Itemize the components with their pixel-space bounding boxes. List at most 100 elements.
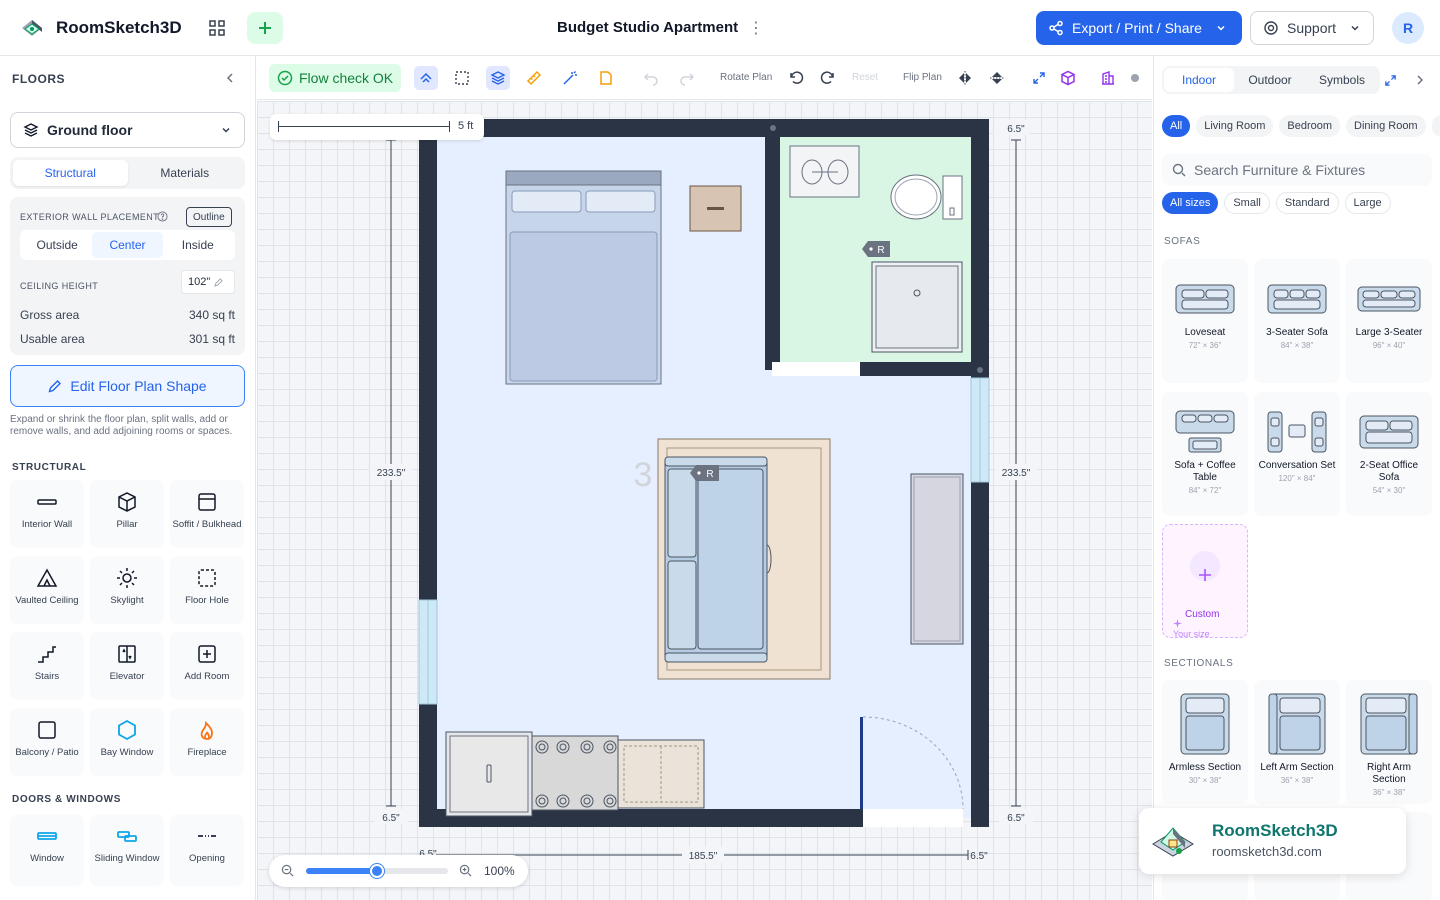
- chip-small[interactable]: Small: [1224, 192, 1270, 214]
- shower[interactable]: [871, 261, 963, 353]
- chip-dining-room[interactable]: Dining Room: [1346, 115, 1426, 137]
- wall-top[interactable]: [419, 119, 989, 137]
- tool-add-room[interactable]: Add Room: [170, 632, 244, 700]
- furniture-card-sofa-coffee-table[interactable]: Sofa + Coffee Table 84" × 72": [1162, 392, 1248, 516]
- stove[interactable]: [531, 735, 619, 811]
- bathroom-door-opening[interactable]: [772, 362, 860, 376]
- export-button[interactable]: Export / Print / Share: [1036, 11, 1242, 45]
- support-button[interactable]: Support: [1250, 11, 1374, 45]
- nightstand[interactable]: [689, 185, 742, 232]
- chip-all-sizes[interactable]: All sizes: [1162, 192, 1219, 214]
- furniture-card-loveseat[interactable]: Loveseat 72" × 36": [1162, 259, 1248, 383]
- bathroom-wall-bottom[interactable]: [860, 362, 978, 376]
- placement-center[interactable]: Center: [92, 232, 163, 258]
- flow-check-badge[interactable]: Flow check OK: [269, 64, 401, 92]
- flip-horizontal-button[interactable]: [953, 66, 977, 90]
- brand-badge[interactable]: RoomSketch3D roomsketch3d.com: [1139, 808, 1406, 874]
- bathroom-wall-left[interactable]: [765, 135, 780, 370]
- sofa[interactable]: [664, 456, 772, 663]
- collapse-panel-icon[interactable]: [224, 72, 236, 84]
- tab-symbols[interactable]: Symbols: [1306, 68, 1378, 92]
- room-tag-bath[interactable]: R: [862, 241, 890, 257]
- custom-size-card[interactable]: Custom Your size: [1162, 524, 1248, 639]
- kitchen-counter[interactable]: [617, 739, 705, 809]
- select-area-button[interactable]: [450, 66, 474, 90]
- reset-button[interactable]: Reset: [852, 72, 878, 83]
- wall-left[interactable]: [419, 119, 437, 827]
- undo-button[interactable]: [639, 66, 663, 90]
- dim-top-right[interactable]: 6.5": [1007, 124, 1025, 135]
- dim-right[interactable]: 233.5": [1002, 468, 1031, 479]
- furniture-tag-sofa[interactable]: R: [690, 465, 719, 481]
- tab-structural[interactable]: Structural: [13, 160, 128, 186]
- tool-pillar[interactable]: Pillar: [90, 480, 164, 548]
- chip-standard[interactable]: Standard: [1275, 192, 1339, 214]
- furniture-card-armless-section[interactable]: Armless Section 30" × 38": [1162, 680, 1248, 804]
- tool-soffit[interactable]: Soffit / Bulkhead: [170, 480, 244, 548]
- entry-door-opening[interactable]: [863, 809, 963, 827]
- dim-bottom-right[interactable]: 6.5": [1007, 813, 1025, 824]
- placement-outside[interactable]: Outside: [22, 232, 92, 258]
- refrigerator[interactable]: [445, 731, 533, 817]
- dim-bottom-end[interactable]: 6.5": [970, 851, 988, 862]
- flip-vertical-button[interactable]: [985, 66, 1009, 90]
- document-title[interactable]: Budget Studio Apartment: [557, 19, 738, 36]
- fit-view-button[interactable]: [1027, 66, 1051, 90]
- zoom-in-icon[interactable]: [459, 864, 472, 877]
- floor-select[interactable]: Ground floor: [10, 112, 245, 148]
- tool-opening[interactable]: Opening: [170, 814, 244, 886]
- user-avatar[interactable]: R: [1392, 12, 1424, 44]
- tool-interior-wall[interactable]: Interior Wall: [10, 480, 84, 548]
- bathroom-vanity[interactable]: [789, 145, 860, 198]
- chip-more[interactable]: [1431, 115, 1440, 137]
- tool-balcony[interactable]: Balcony / Patio: [10, 708, 84, 776]
- ceiling-height-input[interactable]: 102": [181, 270, 235, 294]
- console-table[interactable]: [910, 473, 964, 645]
- dashboard-button[interactable]: [199, 12, 235, 44]
- wall-node[interactable]: [770, 125, 776, 131]
- redo-button[interactable]: [675, 66, 699, 90]
- tool-bay-window[interactable]: Bay Window: [90, 708, 164, 776]
- dim-left[interactable]: 233.5": [377, 468, 406, 479]
- dim-bottom-width[interactable]: 185.5": [689, 851, 718, 862]
- furniture-search[interactable]: Search Furniture & Fixtures: [1162, 154, 1432, 186]
- expand-panel-icon[interactable]: [1384, 74, 1397, 87]
- tab-materials[interactable]: Materials: [128, 160, 243, 186]
- zoom-out-icon[interactable]: [281, 864, 294, 877]
- notes-button[interactable]: [594, 66, 618, 90]
- chip-bedroom[interactable]: Bedroom: [1279, 115, 1341, 137]
- zoom-slider-track[interactable]: [306, 864, 448, 878]
- tool-floor-hole[interactable]: Floor Hole: [170, 556, 244, 624]
- building-view-button[interactable]: [1096, 66, 1120, 90]
- app-logo-icon[interactable]: [18, 14, 46, 42]
- furniture-card-large-3-seater[interactable]: Large 3-Seater 96" × 40": [1346, 259, 1432, 383]
- tab-indoor[interactable]: Indoor: [1164, 68, 1234, 92]
- 3d-view-button[interactable]: [1056, 66, 1080, 90]
- furniture-card-conversation-set[interactable]: Conversation Set 120" × 84": [1254, 392, 1340, 516]
- rotate-left-button[interactable]: [784, 66, 808, 90]
- rotate-right-button[interactable]: [816, 66, 840, 90]
- outline-toggle[interactable]: Outline: [186, 207, 232, 227]
- tool-stairs[interactable]: Stairs: [10, 632, 84, 700]
- chip-large[interactable]: Large: [1344, 192, 1391, 214]
- chevron-right-icon[interactable]: [1414, 74, 1426, 86]
- bed[interactable]: [505, 170, 662, 385]
- entry-door-leaf[interactable]: [860, 717, 863, 809]
- tool-sliding-window[interactable]: Sliding Window: [90, 814, 164, 886]
- zoom-slider-handle[interactable]: [370, 864, 384, 878]
- tool-elevator[interactable]: Elevator: [90, 632, 164, 700]
- chip-living-room[interactable]: Living Room: [1196, 115, 1274, 137]
- smart-tool-button[interactable]: [414, 66, 438, 90]
- toilet[interactable]: [890, 174, 963, 220]
- help-icon[interactable]: [157, 211, 168, 222]
- measure-button[interactable]: [522, 66, 546, 90]
- wall-node[interactable]: [977, 367, 983, 373]
- floor-plan-canvas[interactable]: R R 3 233.5" 233.5" 6.5" 6.5" 6.5" 185.5…: [257, 101, 1152, 900]
- edit-floor-plan-button[interactable]: Edit Floor Plan Shape: [10, 365, 245, 407]
- more-options-icon[interactable]: ⋮: [748, 18, 764, 38]
- new-project-button[interactable]: [247, 12, 283, 44]
- furniture-card-office-sofa[interactable]: 2-Seat Office Sofa 54" × 30": [1346, 392, 1432, 516]
- tool-vaulted-ceiling[interactable]: Vaulted Ceiling: [10, 556, 84, 624]
- tool-fireplace[interactable]: Fireplace: [170, 708, 244, 776]
- dim-bottom-left[interactable]: 6.5": [382, 813, 400, 824]
